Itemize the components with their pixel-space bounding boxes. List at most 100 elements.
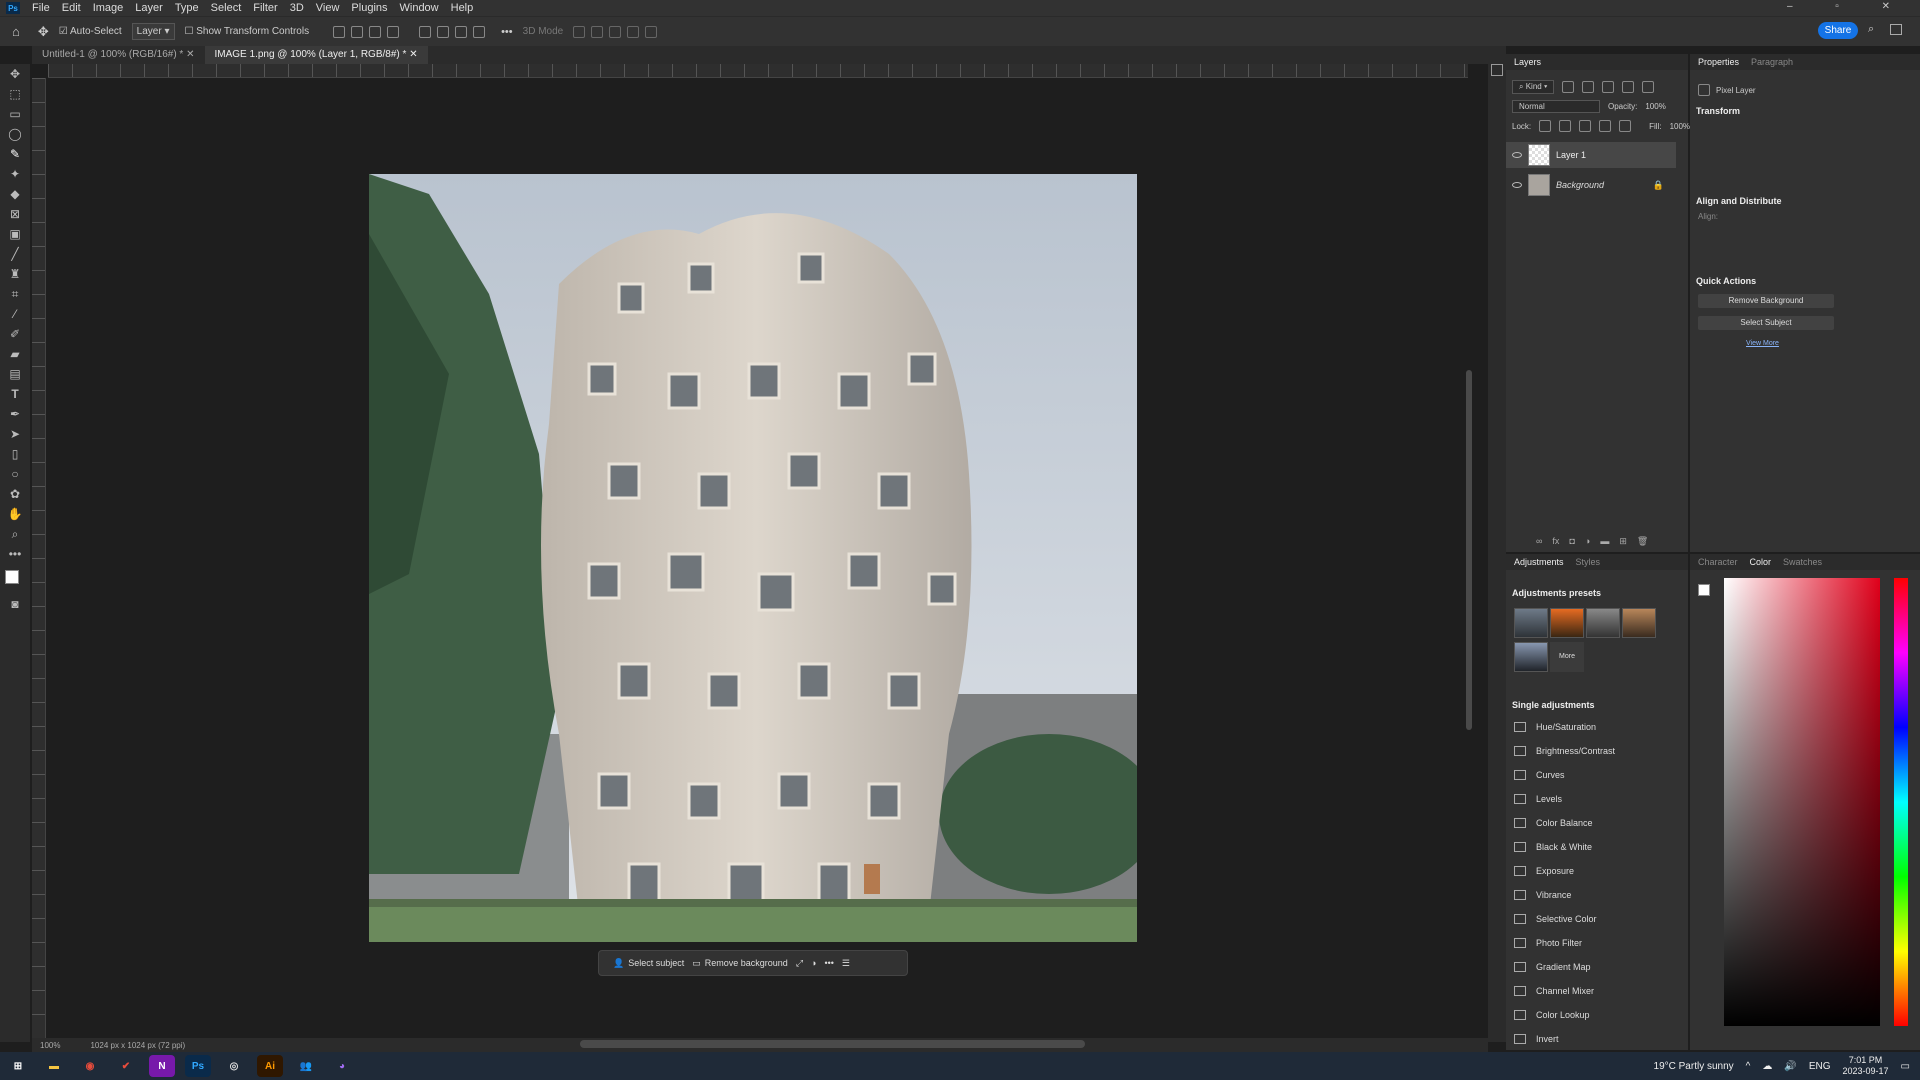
quick-mask-icon[interactable]: ◙ [0,594,30,614]
auto-select-checkbox[interactable]: ☑ Auto-Select [55,24,126,39]
opacity-field[interactable]: 100% [1645,102,1665,111]
tab-untitled[interactable]: Untitled-1 @ 100% (RGB/16#) * ✕ [32,46,205,64]
color-field[interactable] [1724,578,1880,1026]
filter-adjust-icon[interactable] [1582,81,1595,93]
menu-help[interactable]: Help [445,2,480,14]
tab-layers[interactable]: Layers [1514,57,1541,67]
fill-field[interactable]: 100% [1670,122,1690,131]
3d-scale-icon[interactable] [645,25,658,38]
3d-roll-icon[interactable] [591,25,604,38]
align-top-icon[interactable] [419,25,432,38]
custom-shape-icon[interactable]: ✿ [0,484,30,504]
adjust-channel-mixer[interactable]: Channel Mixer [1514,982,1594,1000]
eye-icon[interactable] [1512,152,1522,158]
layer-name[interactable]: Layer 1 [1556,150,1586,160]
artboard-tool-icon[interactable]: ⬚ [0,84,30,104]
layer-name[interactable]: Background [1556,180,1604,190]
tab-swatches[interactable]: Swatches [1783,557,1822,567]
align-right-icon[interactable] [369,25,382,38]
lock-pixels-icon[interactable] [1559,120,1572,132]
adjust-selective-color[interactable]: Selective Color [1514,910,1597,928]
illustrator-icon[interactable]: Ai [257,1055,283,1077]
pen-tool-icon[interactable]: ✒ [0,404,30,424]
presets-section[interactable]: Adjustments presets [1512,588,1601,598]
onenote-icon[interactable]: N [149,1055,175,1077]
document-image[interactable] [369,174,1137,942]
menu-image[interactable]: Image [87,2,130,14]
workspace-icon[interactable] [1890,24,1902,35]
single-adjustments-section[interactable]: Single adjustments [1512,700,1595,710]
close-icon[interactable]: ✕ [409,49,417,60]
horizontal-scrollbar[interactable] [580,1040,1085,1048]
transform-icon[interactable]: ⤢ [796,958,803,969]
kind-filter-dropdown[interactable]: ⌕ Kind ▾ [1512,80,1555,94]
lock-position-icon[interactable] [1579,120,1592,132]
menu-file[interactable]: File [26,2,56,14]
quick-actions-section[interactable]: Quick Actions [1696,276,1756,286]
view-more-link[interactable]: View More [1746,340,1779,347]
photoshop-icon[interactable]: Ps [185,1055,211,1077]
vertical-scrollbar[interactable] [1466,370,1472,730]
distribute-vertical-icon[interactable] [473,25,486,38]
notification-icon[interactable]: ▭ [1901,1061,1910,1072]
eraser-tool-icon[interactable]: ▰ [0,344,30,364]
more-tools-icon[interactable]: ••• [0,544,30,564]
menu-view[interactable]: View [310,2,346,14]
filter-smart-icon[interactable] [1642,81,1655,93]
line-tool-icon[interactable]: ╱ [0,244,30,264]
adjust-vibrance[interactable]: Vibrance [1514,886,1571,904]
menu-plugins[interactable]: Plugins [345,2,393,14]
close-icon[interactable]: ✕ [186,49,194,60]
align-center-icon[interactable] [351,25,364,38]
zoom-tool-icon[interactable]: ⌕ [0,524,30,544]
hand-tool-icon[interactable]: ✋ [0,504,30,524]
preset-thumbnail[interactable] [1514,608,1548,638]
adjust-black-white[interactable]: Black & White [1514,838,1592,856]
eye-icon[interactable] [1512,182,1522,188]
crop-tool-icon[interactable]: ⌗ [0,284,30,304]
3d-pan-icon[interactable] [609,25,622,38]
settings-icon[interactable]: ☰ [842,958,850,969]
fg-color-chip[interactable] [1698,584,1710,596]
tray-chevron-icon[interactable]: ^ [1746,1061,1751,1072]
distribute-icon[interactable] [387,25,400,38]
tab-properties[interactable]: Properties [1698,57,1739,67]
align-section[interactable]: Align and Distribute [1696,196,1782,206]
path-select-tool-icon[interactable]: ➤ [0,424,30,444]
network-icon[interactable]: ☁ [1762,1061,1772,1072]
new-layer-icon[interactable]: ⊞ [1619,536,1627,547]
tab-color[interactable]: Color [1750,557,1772,567]
adjust-exposure[interactable]: Exposure [1514,862,1574,880]
brush-tool-icon[interactable]: ✐ [0,324,30,344]
ellipse-tool-icon[interactable]: ○ [0,464,30,484]
lock-artboard-icon[interactable] [1599,120,1612,132]
adjust-invert[interactable]: Invert [1514,1030,1559,1048]
weather-widget[interactable]: 19°C Partly sunny [1654,1061,1734,1072]
adjust-hue-saturation[interactable]: Hue/Saturation [1514,718,1596,736]
more-options-icon[interactable]: ••• [501,26,513,38]
tab-image1[interactable]: IMAGE 1.png @ 100% (Layer 1, RGB/8#) * ✕ [204,46,428,64]
remove-background-button[interactable]: Remove Background [1698,294,1834,308]
ps-logo-icon[interactable]: Ps [6,2,20,14]
adjust-gradient-map[interactable]: Gradient Map [1514,958,1591,976]
filter-pixel-icon[interactable] [1562,81,1575,93]
preset-thumbnail[interactable] [1586,608,1620,638]
adjust-color-lookup[interactable]: Color Lookup [1514,1006,1590,1024]
lock-transparent-icon[interactable] [1539,120,1552,132]
transform-controls-checkbox[interactable]: ☐ Show Transform Controls [181,24,314,39]
3d-orbit-icon[interactable] [573,25,586,38]
preset-thumbnail[interactable] [1550,608,1584,638]
clock[interactable]: 7:01 PM 2023-09-17 [1843,1055,1889,1077]
magic-wand-tool-icon[interactable]: ✦ [0,164,30,184]
menu-window[interactable]: Window [394,2,445,14]
chrome-icon[interactable]: ◉ [77,1055,103,1077]
menu-type[interactable]: Type [169,2,205,14]
fill-tool-icon[interactable]: ◆ [0,184,30,204]
foreground-color-swatch[interactable] [5,570,19,584]
window-controls[interactable]: – ▫ ✕ [1787,1,1910,12]
eyedropper-tool-icon[interactable]: ⁄ [0,304,30,324]
link-icon[interactable]: ∞ [1536,536,1542,547]
move-tool-icon[interactable]: ✥ [38,24,49,40]
adjust-levels[interactable]: Levels [1514,790,1562,808]
windows-start-icon[interactable]: ⊞ [5,1055,31,1077]
